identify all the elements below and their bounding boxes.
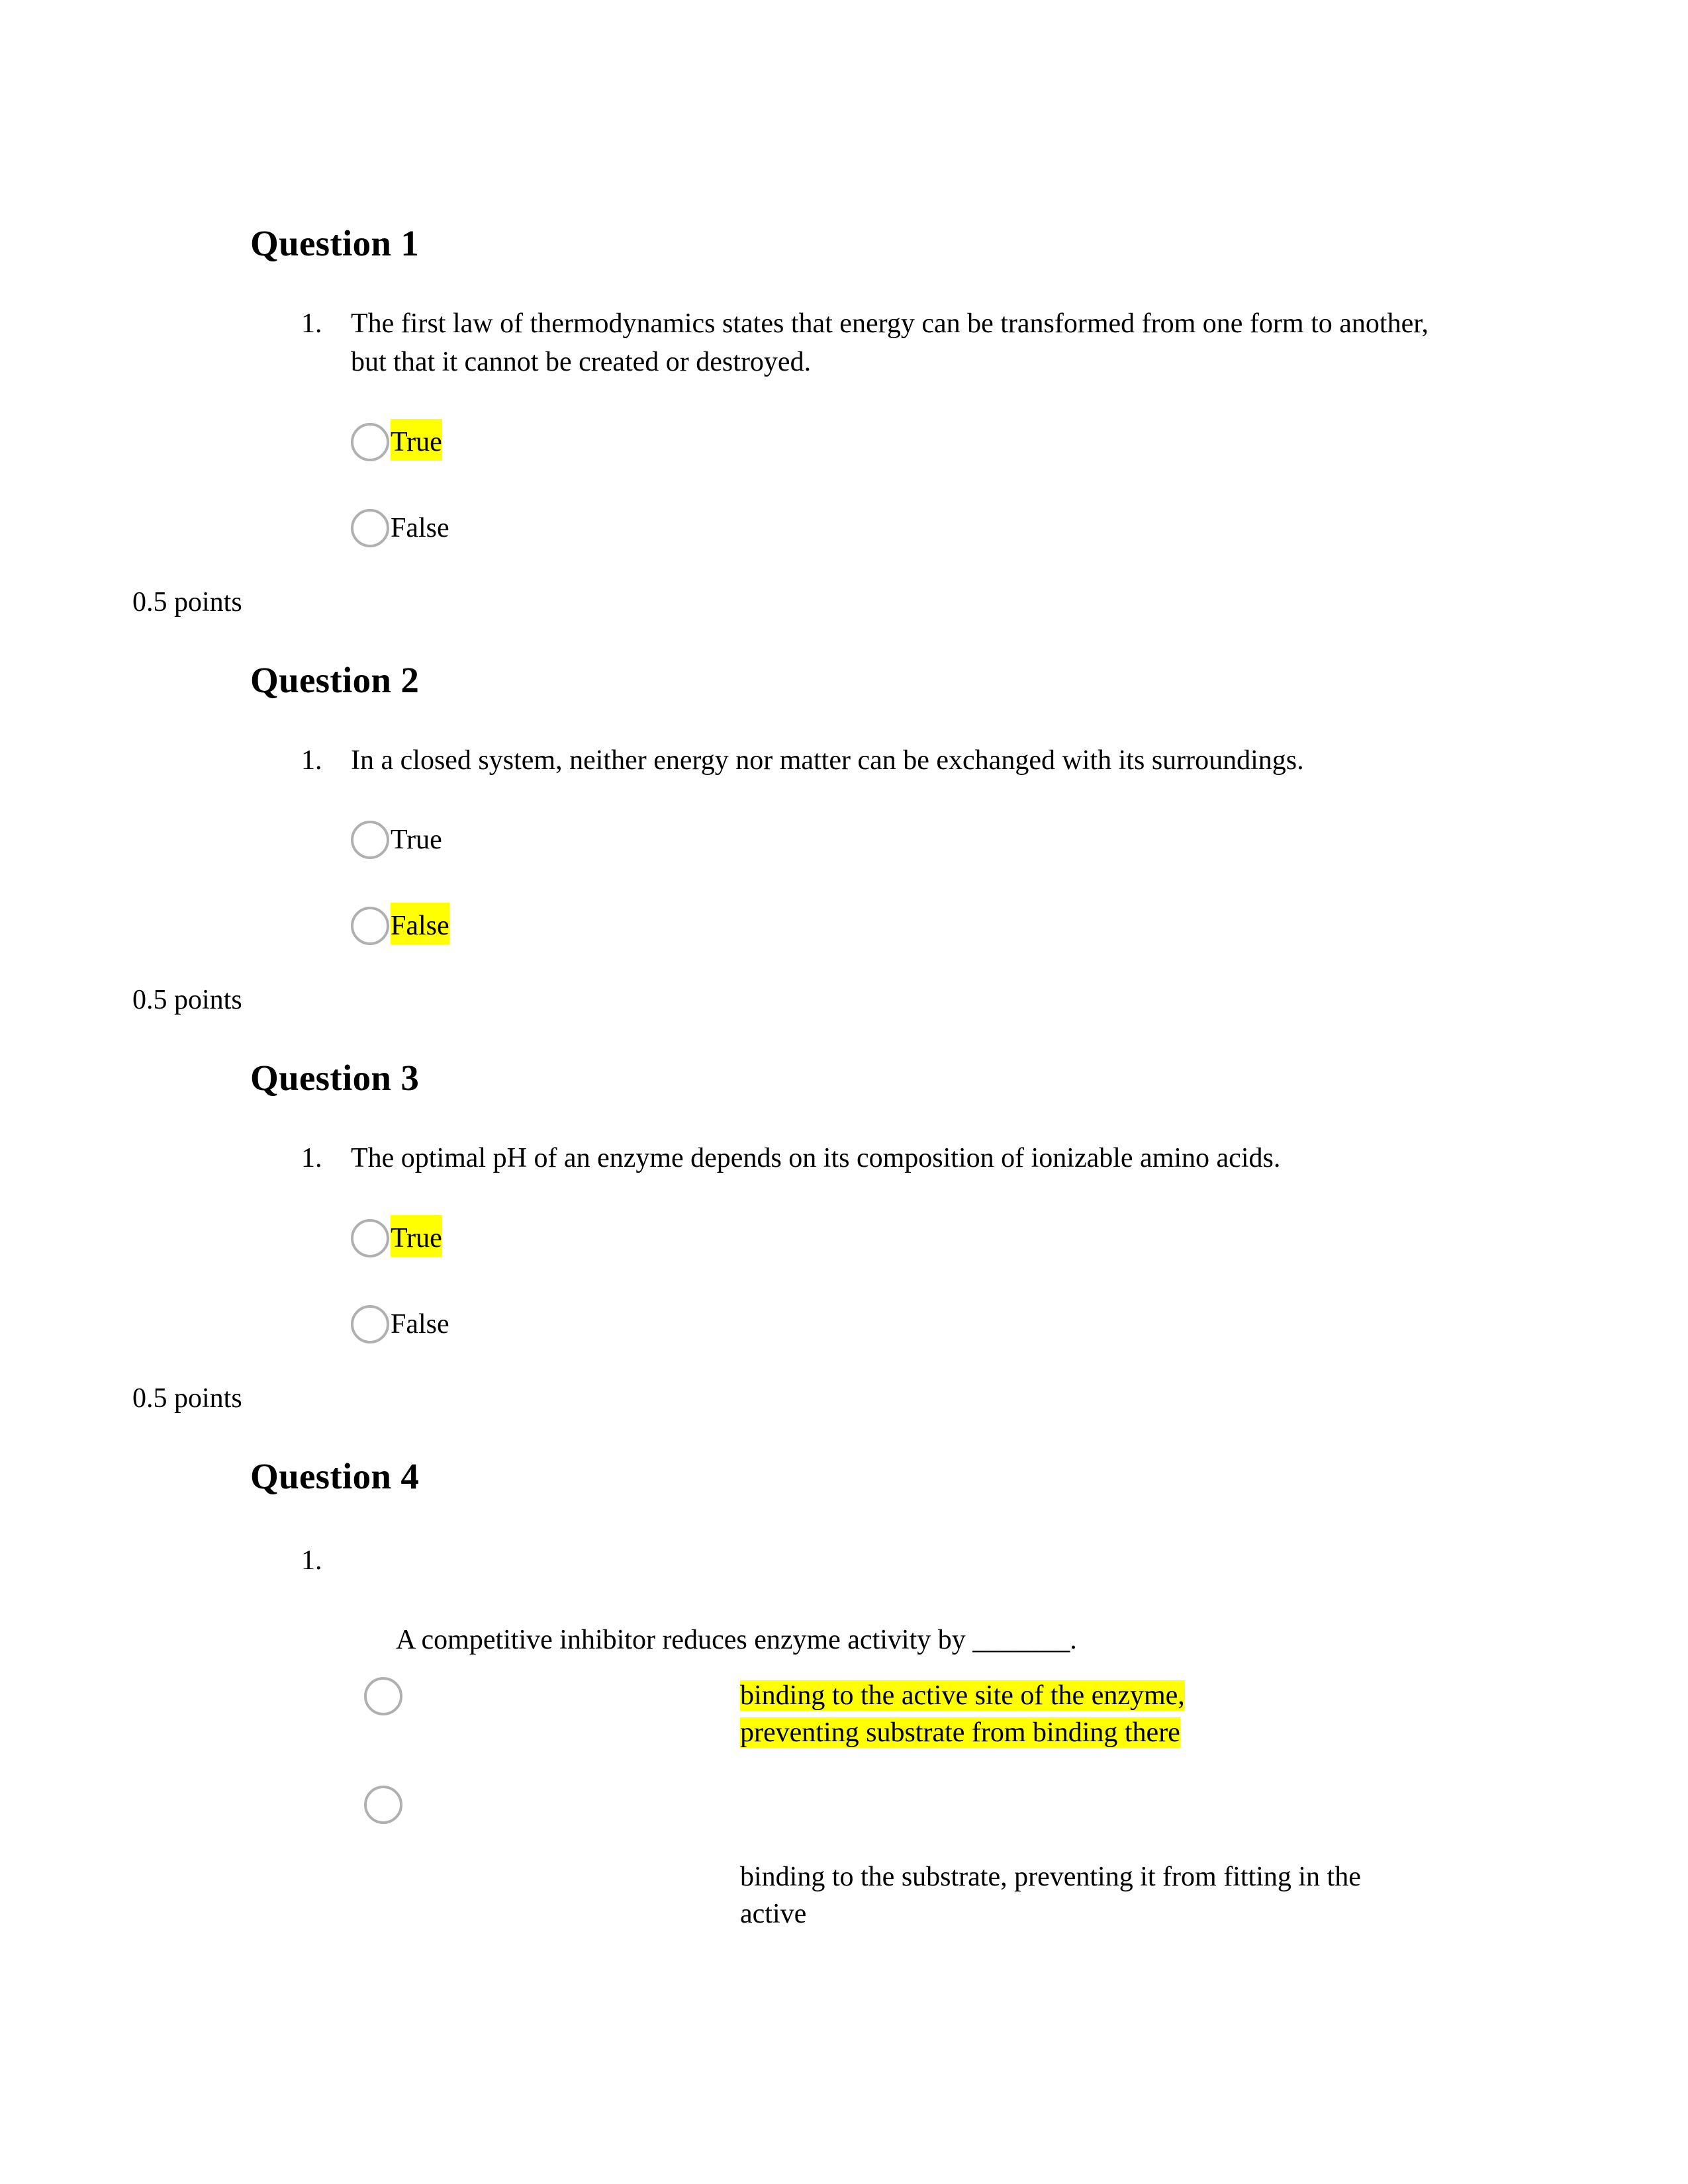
- option-label: False: [391, 1309, 449, 1340]
- question-4-option-1[interactable]: binding to the active site of the enzyme…: [250, 1676, 1442, 1756]
- question-2-option-false[interactable]: False: [250, 903, 1442, 953]
- question-3-stem-text: The optimal pH of an enzyme depends on i…: [351, 1143, 1281, 1174]
- option-label-wrapper: binding to the active site of the enzyme…: [740, 1677, 1256, 1752]
- radio-button-icon[interactable]: [351, 821, 389, 860]
- question-3-points: 0.5 points: [132, 1383, 242, 1414]
- question-1-points: 0.5 points: [132, 586, 242, 617]
- question-1-heading: Question 1: [250, 223, 420, 263]
- radio-button-icon[interactable]: [351, 1305, 389, 1343]
- option-label: binding to the active site of the enzyme…: [740, 1680, 1185, 1749]
- question-1-options: True False: [250, 418, 1442, 555]
- option-label: binding to the substrate, preventing it …: [740, 1861, 1361, 1930]
- question-3-option-true[interactable]: True: [250, 1215, 1442, 1265]
- question-3-option-false[interactable]: False: [250, 1301, 1442, 1351]
- option-label: True: [391, 1215, 442, 1257]
- quiz-content: Question 1 1. The first law of thermodyn…: [132, 223, 1442, 1933]
- option-label: True: [391, 418, 442, 461]
- radio-button-icon[interactable]: [364, 1785, 402, 1824]
- radio-button-icon[interactable]: [351, 508, 389, 547]
- question-1-stem-item: 1. The first law of thermodynamics state…: [250, 305, 1442, 382]
- question-4-heading: Question 4: [250, 1455, 420, 1496]
- option-label: True: [391, 825, 442, 856]
- question-2-stem-list: 1. In a closed system, neither energy no…: [250, 742, 1442, 780]
- question-1-stem-text: The first law of thermodynamics states t…: [351, 308, 1429, 377]
- question-2-options: True False: [250, 817, 1442, 953]
- question-2-stem-item: 1. In a closed system, neither energy no…: [250, 742, 1442, 780]
- question-4-option-2[interactable]: binding to the substrate, preventing it …: [250, 1785, 1442, 1933]
- option-label-wrapper: binding to the substrate, preventing it …: [740, 1786, 1402, 1933]
- list-marker: 1.: [301, 745, 322, 776]
- question-block-1: Question 1 1. The first law of thermodyn…: [132, 223, 1442, 621]
- question-2-points: 0.5 points: [132, 985, 242, 1016]
- question-3-options: True False: [250, 1215, 1442, 1351]
- question-block-2: Question 2 1. In a closed system, neithe…: [132, 659, 1442, 1019]
- list-marker: 1.: [301, 308, 322, 339]
- question-block-3: Question 3 1. The optimal pH of an enzym…: [132, 1058, 1442, 1417]
- list-marker: 1.: [301, 1545, 322, 1576]
- question-2-option-true[interactable]: True: [250, 817, 1442, 867]
- question-block-4: Question 4 1. A competitive inhibitor re…: [250, 1458, 1442, 1933]
- question-1-stem-list: 1. The first law of thermodynamics state…: [250, 305, 1442, 382]
- radio-button-icon[interactable]: [364, 1676, 402, 1715]
- question-2-stem-text: In a closed system, neither energy nor m…: [351, 745, 1304, 776]
- question-3-stem-list: 1. The optimal pH of an enzyme depends o…: [250, 1140, 1442, 1178]
- question-1-option-false[interactable]: False: [250, 505, 1442, 555]
- list-marker: 1.: [301, 1143, 322, 1174]
- radio-button-icon[interactable]: [351, 422, 389, 461]
- radio-button-icon[interactable]: [351, 1219, 389, 1257]
- question-1-option-true[interactable]: True: [250, 418, 1442, 469]
- question-3-stem-item: 1. The optimal pH of an enzyme depends o…: [250, 1140, 1442, 1178]
- question-2-heading: Question 2: [250, 659, 420, 700]
- question-3-heading: Question 3: [250, 1058, 420, 1099]
- question-4-stem-list: 1.: [250, 1542, 1442, 1578]
- option-label: False: [391, 903, 449, 945]
- question-4-stem-text: A competitive inhibitor reduces enzyme a…: [396, 1624, 1077, 1655]
- option-label: False: [391, 512, 449, 543]
- radio-button-icon[interactable]: [351, 907, 389, 946]
- document-page: Question 1 1. The first law of thermodyn…: [0, 0, 1688, 2184]
